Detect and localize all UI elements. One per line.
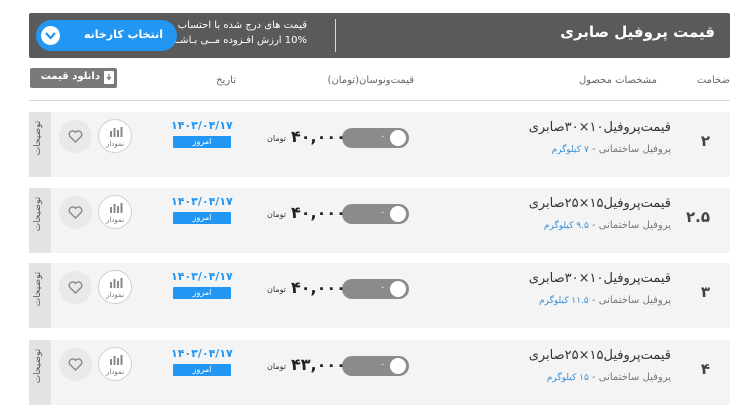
column-thickness: ضخامت bbox=[696, 75, 730, 86]
description-label: توضیحات bbox=[33, 196, 43, 232]
chart-label: نمودار bbox=[105, 216, 125, 224]
product-spec: پروفیل ساختمانی - ۱۱.۵ کیلوگرم bbox=[539, 295, 671, 306]
favorite-button[interactable] bbox=[59, 271, 92, 304]
price-value: ۴۰,۰۰۰ bbox=[291, 127, 346, 146]
product-spec: پروفیل ساختمانی - ۷ کیلوگرم bbox=[552, 144, 671, 155]
change-knob bbox=[390, 281, 406, 297]
price-value: ۴۰,۰۰۰ bbox=[291, 203, 346, 222]
price-change-value: ۰ bbox=[380, 359, 386, 370]
description-label: توضیحات bbox=[33, 348, 43, 384]
today-badge: امروز bbox=[173, 212, 231, 224]
download-price-label: دانلود قیمت bbox=[40, 71, 100, 82]
price-date: ۱۴۰۳/۰۴/۱۷ bbox=[171, 119, 233, 132]
product-weight: ۱۱.۵ کیلوگرم bbox=[539, 296, 589, 306]
column-date: تاریخ bbox=[216, 75, 236, 86]
price-unit: تومان bbox=[267, 210, 286, 219]
price-value: ۴۰,۰۰۰ bbox=[291, 278, 346, 297]
favorite-button[interactable] bbox=[59, 196, 92, 229]
thickness-value: ۲ bbox=[700, 132, 710, 150]
product-weight: ۹.۵ کیلوگرم bbox=[543, 221, 589, 231]
select-factory-label: انتخاب کارخانه bbox=[83, 28, 163, 41]
price-date: ۱۴۰۳/۰۴/۱۷ bbox=[171, 195, 233, 208]
product-name[interactable]: قیمت‌پروفیل۱۰×۳۰صابری bbox=[529, 120, 671, 135]
favorite-button[interactable] bbox=[59, 348, 92, 381]
header-divider bbox=[335, 19, 336, 52]
price-change-indicator: ۰ bbox=[342, 204, 409, 224]
chevron-down-icon bbox=[41, 26, 60, 45]
vat-notice-line2: 10% ارزش افـزوده مــی بـاشـد. bbox=[168, 35, 307, 46]
thickness-value: ۳ bbox=[700, 283, 710, 301]
header-divider-line bbox=[29, 100, 730, 101]
change-knob bbox=[390, 130, 406, 146]
heart-icon bbox=[68, 281, 83, 294]
product-name[interactable]: قیمت‌پروفیل۱۰×۳۰صابری bbox=[529, 271, 671, 286]
product-name[interactable]: قیمت‌پروفیل۱۵×۲۵صابری bbox=[529, 348, 671, 363]
vat-notice: قیمت های درج شده با احتساب 10% ارزش افـز… bbox=[157, 18, 307, 48]
column-price: قیمت‌ونوسان(تومان) bbox=[327, 75, 414, 86]
product-weight: ۱۵ کیلوگرم bbox=[546, 373, 589, 383]
chart-label: نمودار bbox=[105, 368, 125, 376]
description-label: توضیحات bbox=[33, 271, 43, 307]
price-change-value: ۰ bbox=[380, 207, 386, 218]
product-spec: پروفیل ساختمانی - ۱۵ کیلوگرم bbox=[547, 372, 671, 383]
thickness-value: ۲.۵ bbox=[685, 208, 710, 226]
change-knob bbox=[390, 358, 406, 374]
description-tab[interactable]: توضیحات bbox=[29, 112, 51, 177]
price-change-indicator: ۰ bbox=[342, 128, 409, 148]
product-category: پروفیل ساختمانی - bbox=[588, 220, 671, 231]
bar-chart-icon bbox=[110, 278, 123, 288]
price-value: ۴۳,۰۰۰ bbox=[291, 355, 346, 374]
thickness-value: ۴ bbox=[700, 360, 710, 378]
product-name[interactable]: قیمت‌پروفیل۱۵×۲۵صابری bbox=[529, 196, 671, 211]
bar-chart-icon bbox=[110, 355, 123, 365]
price-unit: تومان bbox=[267, 362, 286, 371]
price-date: ۱۴۰۳/۰۴/۱۷ bbox=[171, 270, 233, 283]
page-header: قیمت پروفیل صابری قیمت های درج شده با اح… bbox=[29, 13, 730, 58]
product-category: پروفیل ساختمانی - bbox=[588, 144, 671, 155]
price-row: ۴ قیمت‌پروفیل۱۵×۲۵صابری پروفیل ساختمانی … bbox=[29, 340, 730, 405]
vat-notice-line1: قیمت های درج شده با احتساب bbox=[177, 20, 307, 31]
select-factory-button[interactable]: انتخاب کارخانه bbox=[36, 20, 177, 51]
price-unit: تومان bbox=[267, 285, 286, 294]
chart-button[interactable]: نمودار bbox=[98, 195, 132, 229]
chart-button[interactable]: نمودار bbox=[98, 347, 132, 381]
column-specs: مشخصات محصول bbox=[579, 75, 657, 86]
chart-label: نمودار bbox=[105, 140, 125, 148]
today-badge: امروز bbox=[173, 364, 231, 376]
favorite-button[interactable] bbox=[59, 120, 92, 153]
bar-chart-icon bbox=[110, 127, 123, 137]
chart-button[interactable]: نمودار bbox=[98, 270, 132, 304]
bar-chart-icon bbox=[110, 203, 123, 213]
price-change-value: ۰ bbox=[380, 282, 386, 293]
product-category: پروفیل ساختمانی - bbox=[588, 295, 671, 306]
price-row: ۲ قیمت‌پروفیل۱۰×۳۰صابری پروفیل ساختمانی … bbox=[29, 112, 730, 177]
price-change-indicator: ۰ bbox=[342, 279, 409, 299]
change-knob bbox=[390, 206, 406, 222]
download-icon bbox=[104, 71, 114, 84]
product-spec: پروفیل ساختمانی - ۹.۵ کیلوگرم bbox=[544, 220, 671, 231]
price-date: ۱۴۰۳/۰۴/۱۷ bbox=[171, 347, 233, 360]
price-unit: تومان bbox=[267, 134, 286, 143]
description-tab[interactable]: توضیحات bbox=[29, 263, 51, 328]
product-weight: ۷ کیلوگرم bbox=[551, 145, 589, 155]
description-tab[interactable]: توضیحات bbox=[29, 340, 51, 405]
chart-label: نمودار bbox=[105, 291, 125, 299]
price-change-value: ۰ bbox=[380, 131, 386, 142]
heart-icon bbox=[68, 358, 83, 371]
heart-icon bbox=[68, 206, 83, 219]
description-label: توضیحات bbox=[33, 120, 43, 156]
heart-icon bbox=[68, 130, 83, 143]
price-row: ۲.۵ قیمت‌پروفیل۱۵×۲۵صابری پروفیل ساختمان… bbox=[29, 188, 730, 253]
product-category: پروفیل ساختمانی - bbox=[588, 372, 671, 383]
price-change-indicator: ۰ bbox=[342, 356, 409, 376]
download-price-button[interactable]: دانلود قیمت bbox=[30, 68, 117, 88]
today-badge: امروز bbox=[173, 287, 231, 299]
chart-button[interactable]: نمودار bbox=[98, 119, 132, 153]
today-badge: امروز bbox=[173, 136, 231, 148]
page-title: قیمت پروفیل صابری bbox=[560, 23, 715, 41]
price-row: ۳ قیمت‌پروفیل۱۰×۳۰صابری پروفیل ساختمانی … bbox=[29, 263, 730, 328]
description-tab[interactable]: توضیحات bbox=[29, 188, 51, 253]
